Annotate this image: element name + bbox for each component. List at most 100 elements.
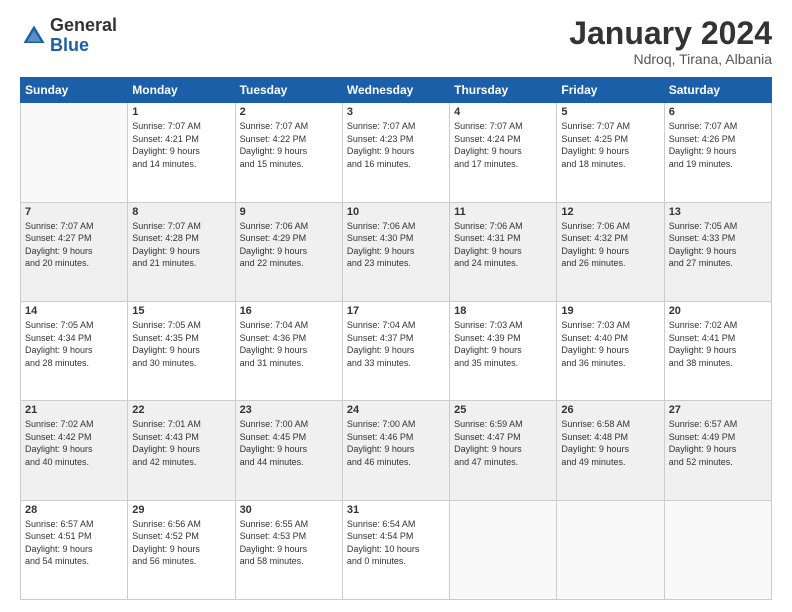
day-info: Sunrise: 6:54 AM Sunset: 4:54 PM Dayligh… bbox=[347, 518, 445, 568]
table-cell: 20 Sunrise: 7:02 AM Sunset: 4:41 PM Dayli… bbox=[664, 301, 771, 400]
title-block: January 2024 Ndroq, Tirana, Albania bbox=[569, 16, 772, 67]
table-cell: 22 Sunrise: 7:01 AM Sunset: 4:43 PM Dayli… bbox=[128, 401, 235, 500]
day-number: 19 bbox=[561, 305, 659, 317]
table-cell: 27Sunrise: 6:57 AM Sunset: 4:49 PM Dayli… bbox=[664, 401, 771, 500]
day-number: 15 bbox=[132, 305, 230, 317]
table-cell: 25Sunrise: 6:59 AM Sunset: 4:47 PM Dayli… bbox=[450, 401, 557, 500]
day-number: 9 bbox=[240, 206, 338, 218]
day-info: Sunrise: 7:03 AM Sunset: 4:40 PM Dayligh… bbox=[561, 319, 659, 369]
table-cell: 6Sunrise: 7:07 AM Sunset: 4:26 PM Daylig… bbox=[664, 103, 771, 202]
table-cell: 30Sunrise: 6:55 AM Sunset: 4:53 PM Dayli… bbox=[235, 500, 342, 599]
calendar-row-3: 21 Sunrise: 7:02 AM Sunset: 4:42 PM Dayli… bbox=[21, 401, 772, 500]
day-number: 11 bbox=[454, 206, 552, 218]
table-cell bbox=[21, 103, 128, 202]
table-cell: 5Sunrise: 7:07 AM Sunset: 4:25 PM Daylig… bbox=[557, 103, 664, 202]
header-tuesday: Tuesday bbox=[235, 78, 342, 103]
header: General Blue January 2024 Ndroq, Tirana,… bbox=[20, 16, 772, 67]
header-wednesday: Wednesday bbox=[342, 78, 449, 103]
day-number: 5 bbox=[561, 106, 659, 118]
weekday-header-row: Sunday Monday Tuesday Wednesday Thursday… bbox=[21, 78, 772, 103]
day-number: 16 bbox=[240, 305, 338, 317]
table-cell bbox=[557, 500, 664, 599]
day-number: 24 bbox=[347, 404, 445, 416]
header-friday: Friday bbox=[557, 78, 664, 103]
table-cell: 26 Sunrise: 6:58 AM Sunset: 4:48 PM Dayli… bbox=[557, 401, 664, 500]
day-number: 27 bbox=[669, 404, 767, 416]
day-info: Sunrise: 7:06 AM Sunset: 4:31 PM Dayligh… bbox=[454, 220, 552, 270]
day-number: 12 bbox=[561, 206, 659, 218]
day-info: Sunrise: 7:07 AM Sunset: 4:24 PM Dayligh… bbox=[454, 120, 552, 170]
day-number: 1 bbox=[132, 106, 230, 118]
day-info: Sunrise: 7:07 AM Sunset: 4:27 PM Dayligh… bbox=[25, 220, 123, 270]
day-number: 7 bbox=[25, 206, 123, 218]
day-info: Sunrise: 7:02 AM Sunset: 4:42 PM Dayligh… bbox=[25, 418, 123, 468]
day-info: Sunrise: 6:56 AM Sunset: 4:52 PM Dayligh… bbox=[132, 518, 230, 568]
day-info: Sunrise: 7:00 AM Sunset: 4:45 PM Dayligh… bbox=[240, 418, 338, 468]
day-info: Sunrise: 7:07 AM Sunset: 4:23 PM Dayligh… bbox=[347, 120, 445, 170]
table-cell: 2 Sunrise: 7:07 AM Sunset: 4:22 PM Daylig… bbox=[235, 103, 342, 202]
table-cell: 15Sunrise: 7:05 AM Sunset: 4:35 PM Dayli… bbox=[128, 301, 235, 400]
day-number: 3 bbox=[347, 106, 445, 118]
calendar-row-1: 7 Sunrise: 7:07 AM Sunset: 4:27 PM Daylig… bbox=[21, 202, 772, 301]
logo-text: General Blue bbox=[50, 16, 117, 56]
location: Ndroq, Tirana, Albania bbox=[569, 51, 772, 67]
day-info: Sunrise: 7:07 AM Sunset: 4:22 PM Dayligh… bbox=[240, 120, 338, 170]
page: General Blue January 2024 Ndroq, Tirana,… bbox=[0, 0, 792, 612]
day-info: Sunrise: 7:03 AM Sunset: 4:39 PM Dayligh… bbox=[454, 319, 552, 369]
day-number: 30 bbox=[240, 504, 338, 516]
header-saturday: Saturday bbox=[664, 78, 771, 103]
day-number: 8 bbox=[132, 206, 230, 218]
day-number: 17 bbox=[347, 305, 445, 317]
day-number: 4 bbox=[454, 106, 552, 118]
day-number: 31 bbox=[347, 504, 445, 516]
table-cell: 16Sunrise: 7:04 AM Sunset: 4:36 PM Dayli… bbox=[235, 301, 342, 400]
table-cell: 21 Sunrise: 7:02 AM Sunset: 4:42 PM Dayli… bbox=[21, 401, 128, 500]
month-title: January 2024 bbox=[569, 16, 772, 51]
day-number: 28 bbox=[25, 504, 123, 516]
day-info: Sunrise: 7:06 AM Sunset: 4:32 PM Dayligh… bbox=[561, 220, 659, 270]
day-number: 26 bbox=[561, 404, 659, 416]
day-info: Sunrise: 7:06 AM Sunset: 4:29 PM Dayligh… bbox=[240, 220, 338, 270]
table-cell: 1Sunrise: 7:07 AM Sunset: 4:21 PM Daylig… bbox=[128, 103, 235, 202]
day-info: Sunrise: 7:05 AM Sunset: 4:33 PM Dayligh… bbox=[669, 220, 767, 270]
day-info: Sunrise: 7:02 AM Sunset: 4:41 PM Dayligh… bbox=[669, 319, 767, 369]
day-number: 20 bbox=[669, 305, 767, 317]
header-sunday: Sunday bbox=[21, 78, 128, 103]
day-info: Sunrise: 7:00 AM Sunset: 4:46 PM Dayligh… bbox=[347, 418, 445, 468]
table-cell: 14Sunrise: 7:05 AM Sunset: 4:34 PM Dayli… bbox=[21, 301, 128, 400]
table-cell: 24 Sunrise: 7:00 AM Sunset: 4:46 PM Dayli… bbox=[342, 401, 449, 500]
table-cell: 11 Sunrise: 7:06 AM Sunset: 4:31 PM Dayli… bbox=[450, 202, 557, 301]
table-cell: 23 Sunrise: 7:00 AM Sunset: 4:45 PM Dayli… bbox=[235, 401, 342, 500]
day-info: Sunrise: 7:07 AM Sunset: 4:28 PM Dayligh… bbox=[132, 220, 230, 270]
table-cell: 28 Sunrise: 6:57 AM Sunset: 4:51 PM Dayli… bbox=[21, 500, 128, 599]
table-cell bbox=[450, 500, 557, 599]
table-cell: 19 Sunrise: 7:03 AM Sunset: 4:40 PM Dayli… bbox=[557, 301, 664, 400]
day-number: 13 bbox=[669, 206, 767, 218]
day-info: Sunrise: 7:01 AM Sunset: 4:43 PM Dayligh… bbox=[132, 418, 230, 468]
table-cell: 17Sunrise: 7:04 AM Sunset: 4:37 PM Dayli… bbox=[342, 301, 449, 400]
table-cell: 8 Sunrise: 7:07 AM Sunset: 4:28 PM Daylig… bbox=[128, 202, 235, 301]
table-cell: 3 Sunrise: 7:07 AM Sunset: 4:23 PM Daylig… bbox=[342, 103, 449, 202]
logo: General Blue bbox=[20, 16, 117, 56]
day-number: 2 bbox=[240, 106, 338, 118]
day-info: Sunrise: 6:57 AM Sunset: 4:51 PM Dayligh… bbox=[25, 518, 123, 568]
day-number: 21 bbox=[25, 404, 123, 416]
logo-icon bbox=[20, 22, 48, 50]
logo-blue-text: Blue bbox=[50, 36, 117, 56]
table-cell: 13 Sunrise: 7:05 AM Sunset: 4:33 PM Dayli… bbox=[664, 202, 771, 301]
day-info: Sunrise: 6:58 AM Sunset: 4:48 PM Dayligh… bbox=[561, 418, 659, 468]
calendar-row-4: 28 Sunrise: 6:57 AM Sunset: 4:51 PM Dayli… bbox=[21, 500, 772, 599]
day-number: 29 bbox=[132, 504, 230, 516]
table-cell bbox=[664, 500, 771, 599]
table-cell: 12 Sunrise: 7:06 AM Sunset: 4:32 PM Dayli… bbox=[557, 202, 664, 301]
table-cell: 10Sunrise: 7:06 AM Sunset: 4:30 PM Dayli… bbox=[342, 202, 449, 301]
calendar-table: Sunday Monday Tuesday Wednesday Thursday… bbox=[20, 77, 772, 600]
day-number: 23 bbox=[240, 404, 338, 416]
table-cell: 4 Sunrise: 7:07 AM Sunset: 4:24 PM Daylig… bbox=[450, 103, 557, 202]
calendar-row-2: 14Sunrise: 7:05 AM Sunset: 4:34 PM Dayli… bbox=[21, 301, 772, 400]
logo-general-text: General bbox=[50, 16, 117, 36]
day-number: 18 bbox=[454, 305, 552, 317]
day-number: 22 bbox=[132, 404, 230, 416]
table-cell: 29 Sunrise: 6:56 AM Sunset: 4:52 PM Dayli… bbox=[128, 500, 235, 599]
table-cell: 31 Sunrise: 6:54 AM Sunset: 4:54 PM Dayli… bbox=[342, 500, 449, 599]
